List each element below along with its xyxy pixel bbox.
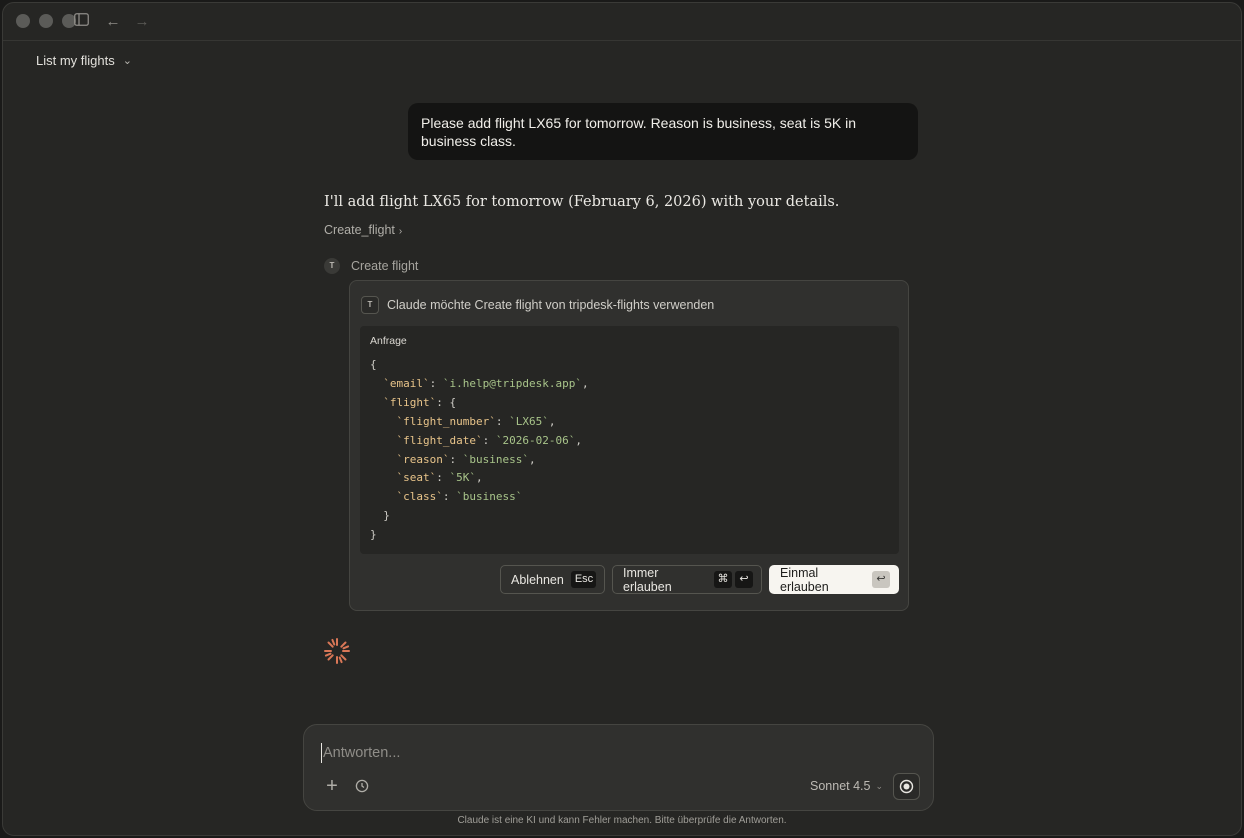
allow-once-button[interactable]: Einmal erlauben ↩ (769, 565, 899, 594)
disclaimer-text: Claude ist eine KI und kann Fehler mache… (457, 815, 787, 826)
code-value: `i.help@tripdesk.app` (442, 376, 582, 390)
code-key: `flight_number` (396, 414, 496, 428)
app-window: ← → List my flights ⌄ Please add flight … (2, 2, 1242, 836)
code-value: `business` (456, 490, 523, 504)
code-key: `flight` (383, 395, 437, 409)
command-key-icon: ⌘ (713, 571, 732, 588)
chevron-down-icon: ⌄ (122, 55, 132, 67)
code-key: `email` (383, 376, 430, 390)
close-window-button[interactable] (16, 14, 30, 28)
deny-label: Ablehnen (511, 572, 564, 587)
message-composer: + Sonnet 4.5 ⌄ (303, 724, 934, 811)
code-key: `seat` (396, 471, 437, 485)
loading-spinner-icon (324, 638, 350, 664)
tool-status-label: Create flight (351, 259, 419, 273)
code-value: `2026-02-06` (495, 433, 576, 447)
user-message: Please add flight LX65 for tomorrow. Rea… (408, 103, 918, 160)
tool-badge-icon: T (361, 296, 379, 314)
plus-icon[interactable]: + (323, 776, 341, 796)
request-code: { `email`: `i.help@tripdesk.app`, `fligh… (370, 358, 589, 542)
tool-call-label: Create_flight (324, 223, 395, 237)
arrow-right-icon[interactable]: → (133, 13, 151, 31)
always-allow-button[interactable]: Immer erlauben ⌘ ↩ (612, 565, 762, 594)
permission-header: T Claude möchte Create flight von tripde… (361, 296, 714, 314)
arrow-left-icon[interactable]: ← (104, 13, 122, 31)
return-key-icon: ↩ (872, 571, 890, 588)
minimize-window-button[interactable] (39, 14, 53, 28)
code-value: `LX65` (509, 414, 549, 428)
voice-mode-button[interactable] (893, 773, 920, 800)
record-icon (899, 779, 914, 794)
permission-header-text: Claude möchte Create flight von tripdesk… (387, 298, 715, 312)
code-key: `flight_date` (396, 433, 483, 447)
tool-call-link[interactable]: Create_flight › (324, 223, 402, 237)
history-icon[interactable] (353, 777, 371, 795)
code-key: `reason` (396, 452, 450, 466)
titlebar: ← → (3, 3, 1241, 41)
always-allow-label: Immer erlauben (623, 565, 672, 594)
chevron-right-icon: › (398, 226, 403, 237)
return-key-icon: ↩ (735, 571, 753, 588)
chevron-down-icon: ⌄ (875, 780, 884, 791)
reply-input[interactable] (321, 743, 841, 763)
assistant-message: I'll add flight LX65 for tomorrow (Febru… (324, 194, 840, 210)
sidebar-toggle-icon[interactable] (74, 13, 92, 31)
esc-key-hint: Esc (570, 571, 596, 588)
permission-card: T Claude möchte Create flight von tripde… (349, 280, 909, 611)
deny-button[interactable]: Ablehnen Esc (500, 565, 605, 594)
request-box: Anfrage { `email`: `i.help@tripdesk.app`… (360, 326, 899, 554)
code-key: `class` (396, 490, 443, 504)
allow-once-label: Einmal erlauben (780, 565, 829, 594)
model-name: Sonnet 4.5 (810, 779, 871, 793)
request-label: Anfrage (370, 335, 407, 347)
tool-badge-icon: T (324, 258, 340, 274)
chat-title-menu[interactable]: List my flights ⌄ (36, 53, 132, 68)
code-value: `5K` (449, 471, 477, 485)
tool-status-row: T Create flight (324, 258, 418, 274)
code-value: `business` (462, 452, 529, 466)
chat-title: List my flights (36, 53, 115, 68)
model-selector[interactable]: Sonnet 4.5 ⌄ (810, 779, 883, 793)
